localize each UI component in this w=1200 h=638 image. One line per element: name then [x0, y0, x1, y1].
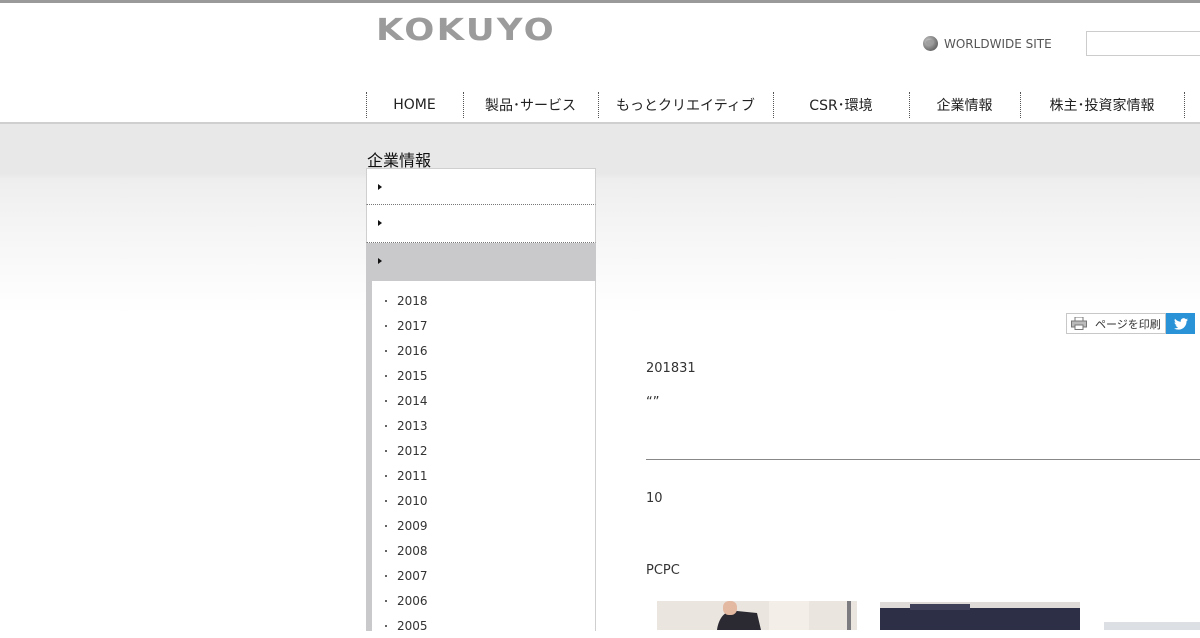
bullet-icon: [385, 449, 387, 452]
year-link-2013[interactable]: 2013: [372, 413, 595, 438]
bullet-icon: [385, 499, 387, 502]
top-border: [0, 0, 1200, 3]
year-link-2016[interactable]: 2016: [372, 338, 595, 363]
search-input[interactable]: [1086, 31, 1200, 56]
year-link-2014[interactable]: 2014: [372, 388, 595, 413]
header-band: [0, 124, 1200, 314]
worldwide-site-label: WORLDWIDE SITE: [944, 36, 1052, 51]
arrow-right-icon: [378, 184, 382, 190]
year-link-2007[interactable]: 2007: [372, 563, 595, 588]
bullet-icon: [385, 624, 387, 627]
side-menu-item-1[interactable]: [366, 168, 596, 205]
global-nav: HOME 製品･サービス もっとクリエイティブ CSR･環境 企業情報 株主･投…: [366, 88, 1185, 124]
year-link-2005[interactable]: 2005: [372, 613, 595, 638]
gnav-corporate-info[interactable]: 企業情報: [909, 88, 1020, 124]
bullet-icon: [385, 324, 387, 327]
kokuyo-logo[interactable]: KOKUYO: [376, 13, 556, 48]
gnav-more-creative[interactable]: もっとクリエイティブ: [598, 88, 773, 122]
bullet-icon: [385, 374, 387, 377]
gnav-csr-environment[interactable]: CSR･環境: [773, 88, 909, 122]
print-page-button[interactable]: ページを印刷: [1066, 313, 1166, 334]
printer-icon: [1071, 316, 1087, 330]
bullet-icon: [385, 599, 387, 602]
content-divider: [646, 459, 1200, 460]
side-menu-item-3-active[interactable]: [366, 243, 596, 281]
news-paragraph-2: PCPC: [646, 563, 680, 578]
twitter-share-button[interactable]: [1166, 313, 1195, 334]
bullet-icon: [385, 299, 387, 302]
arrow-right-icon: [378, 220, 382, 226]
bullet-icon: [385, 349, 387, 352]
print-page-label: ページを印刷: [1095, 317, 1161, 331]
worldwide-site-link[interactable]: WORLDWIDE SITE: [923, 36, 1052, 51]
side-menu-item-2[interactable]: [366, 205, 596, 243]
bullet-icon: [385, 474, 387, 477]
bullet-icon: [385, 424, 387, 427]
product-photo-3: [1104, 622, 1200, 630]
news-paragraph-1: 10: [646, 491, 663, 506]
bullet-icon: [385, 574, 387, 577]
bullet-icon: [385, 524, 387, 527]
year-link-2008[interactable]: 2008: [372, 538, 595, 563]
year-link-2006[interactable]: 2006: [372, 588, 595, 613]
gnav-investor-info[interactable]: 株主･投資家情報: [1020, 88, 1185, 122]
side-menu: 2018 2017 2016 2015 2014 2013 2012 2011 …: [366, 168, 596, 633]
arrow-right-icon: [378, 258, 382, 264]
bullet-icon: [385, 399, 387, 402]
year-link-2017[interactable]: 2017: [372, 313, 595, 338]
year-link-2015[interactable]: 2015: [372, 363, 595, 388]
year-link-2010[interactable]: 2010: [372, 488, 595, 513]
year-link-2012[interactable]: 2012: [372, 438, 595, 463]
globe-icon: [923, 36, 938, 51]
news-quote: “”: [646, 395, 660, 410]
twitter-icon: [1173, 317, 1188, 330]
gnav-home[interactable]: HOME: [366, 88, 463, 122]
year-list: 2018 2017 2016 2015 2014 2013 2012 2011 …: [366, 281, 596, 633]
product-photo-2: [880, 602, 1080, 630]
year-link-2018[interactable]: 2018: [372, 288, 595, 313]
bullet-icon: [385, 549, 387, 552]
news-date: 201831: [646, 361, 696, 376]
product-photo-1: [657, 601, 857, 630]
year-link-2011[interactable]: 2011: [372, 463, 595, 488]
gnav-products-services[interactable]: 製品･サービス: [463, 88, 598, 122]
year-link-2009[interactable]: 2009: [372, 513, 595, 538]
